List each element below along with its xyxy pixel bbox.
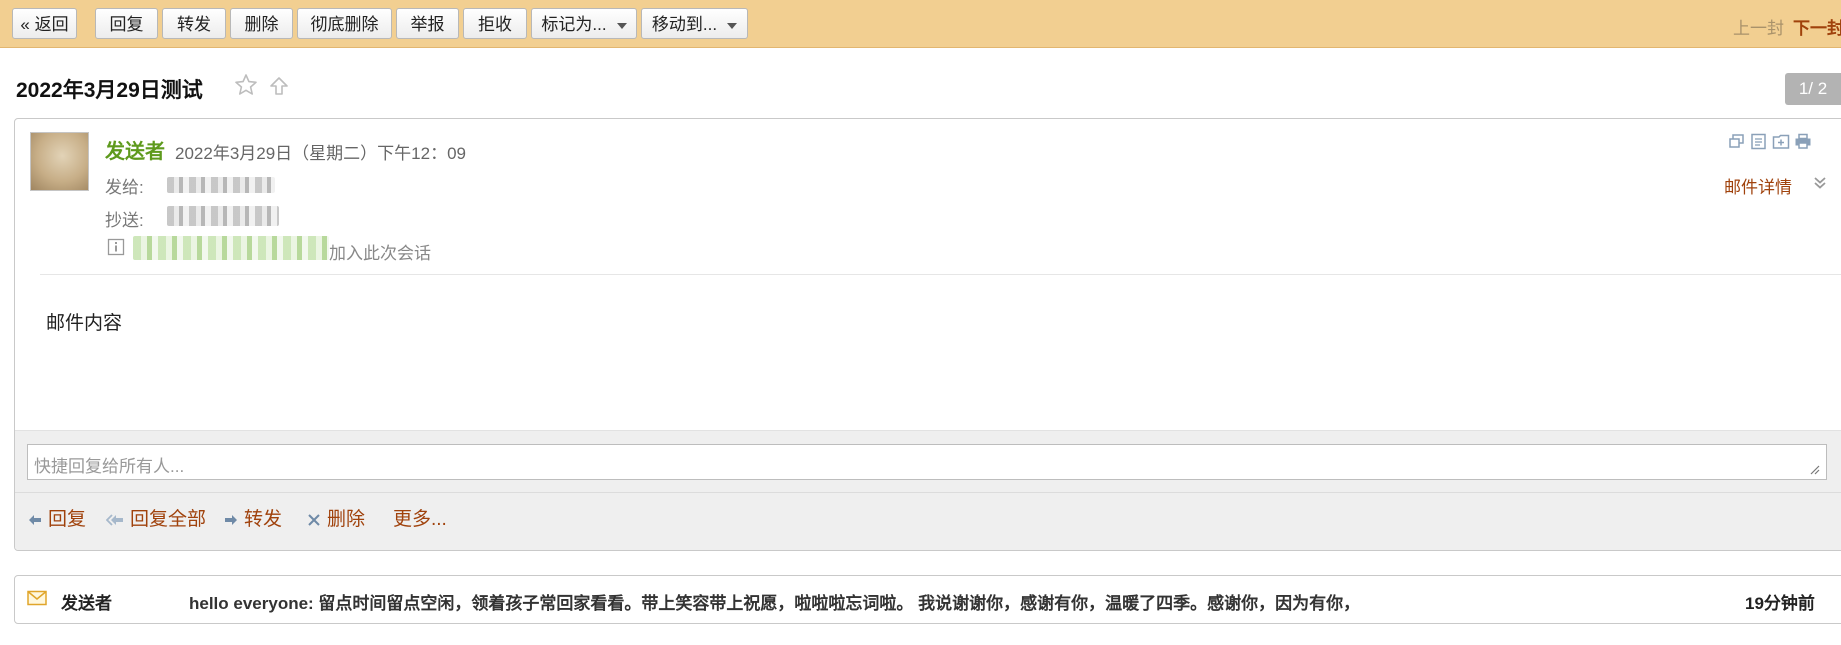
quick-reply-placeholder: 快捷回复给所有人... [34,457,185,476]
join-conversation-text: 加入此次会话 [329,244,431,263]
more-action[interactable]: 更多... [393,504,447,531]
reply-button[interactable]: 回复 [95,8,158,39]
forward-action[interactable]: 转发 [224,504,282,531]
delete-forever-button[interactable]: 彻底删除 [297,8,392,39]
delete-button[interactable]: 删除 [230,8,293,39]
print-icon[interactable] [1794,133,1812,150]
quick-reply-input[interactable]: 快捷回复给所有人... [27,444,1827,480]
to-label: 发给: [105,178,144,197]
star-icon[interactable] [234,73,258,97]
chevron-down-icon [616,22,627,29]
forward-icon [225,515,237,525]
save-folder-icon[interactable] [1772,133,1790,150]
send-date: 2022年3月29日（星期二）下午12：09 [175,144,466,163]
info-icon [107,238,125,256]
back-button[interactable]: « 返回 [12,8,77,39]
close-icon [308,514,320,526]
reply-icon [29,515,41,525]
thread-sender: 发送者 [61,594,112,613]
redacted-participants [133,236,329,260]
reply-all-action-label: 回复全部 [130,509,207,530]
chevron-down-icon [727,22,738,29]
sender-name[interactable]: 发送者 [105,135,165,164]
mail-toolbar: « 返回 回复 转发 删除 彻底删除 举报 拒收 标记为... 移动到... 上… [0,0,1841,48]
double-chevron-down-icon[interactable] [1813,176,1827,190]
redacted-recipient [167,177,275,193]
reply-divider [15,492,1841,493]
mail-subject: 2022年3月29日测试 [16,79,203,102]
reply-action[interactable]: 回复 [28,504,86,531]
thread-item[interactable]: 发送者 hello everyone: 留点时间留点空闲，领着孩子常回家看看。带… [14,575,1841,624]
report-button[interactable]: 举报 [396,8,459,39]
reply-section: 快捷回复给所有人... 回复 回复全部 转发 删除 更多... [15,430,1841,550]
move-to-label: 移动到... [651,15,718,34]
redacted-cc [167,206,279,226]
forward-button[interactable]: 转发 [162,8,226,39]
next-mail-link[interactable]: 下一封 [1793,14,1841,39]
envelope-icon [27,590,47,606]
page-indicator: 1/ 2 [1785,73,1841,105]
forward-action-label: 转发 [244,509,283,530]
previous-mail-link[interactable]: 上一封 [1733,14,1784,39]
reject-button[interactable]: 拒收 [463,8,527,39]
delete-action[interactable]: 删除 [307,504,365,531]
cc-label: 抄送: [105,211,144,230]
mark-as-label: 标记为... [541,15,607,34]
reply-action-label: 回复 [48,509,87,530]
mail-details-link[interactable]: 邮件详情 [1724,173,1792,198]
resize-handle-icon[interactable] [1809,464,1820,475]
reply-all-icon [105,514,123,526]
text-view-icon[interactable] [1750,133,1767,150]
mail-body: 邮件内容 [46,313,123,334]
new-window-icon[interactable] [1728,133,1745,150]
arrow-up-icon[interactable] [269,76,289,96]
avatar[interactable] [30,132,89,191]
mail-card: 发送者 2022年3月29日（星期二）下午12：09 发给: 抄送: 加入此次会… [14,118,1841,551]
thread-snippet: hello everyone: 留点时间留点空闲，领着孩子常回家看看。带上笑容带… [189,594,1361,613]
thread-time: 19分钟前 [1745,594,1815,613]
header-divider [40,274,1841,275]
delete-action-label: 删除 [327,509,366,530]
mark-as-dropdown[interactable]: 标记为... [531,8,637,39]
reply-all-action[interactable]: 回复全部 [105,504,207,531]
move-to-dropdown[interactable]: 移动到... [641,8,748,39]
